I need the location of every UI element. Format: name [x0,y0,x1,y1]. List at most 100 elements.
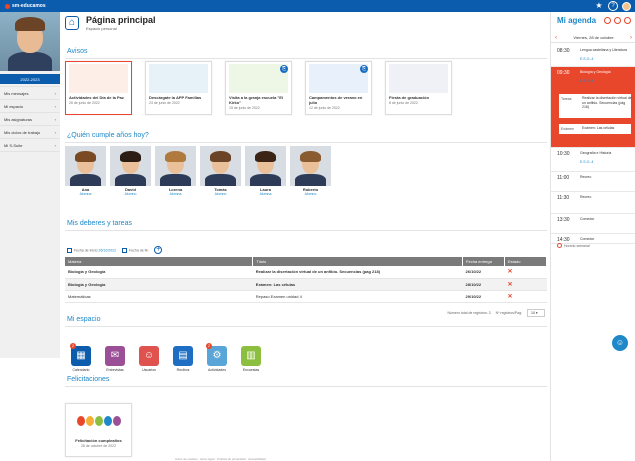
task-title: Realizar la disertación virtual de un an… [252,266,463,279]
end-date-filter[interactable]: Fecha de fin [122,247,148,253]
close-icon[interactable]: ✕ [508,294,513,300]
star-icon[interactable]: ★ [594,1,604,11]
balloons-image [66,406,131,436]
sidebar-item-label: Mis mensajes [4,90,29,96]
aviso-date: 12 de junio de 2022 [309,106,340,110]
brand-logo[interactable]: sm-educamos [5,3,46,9]
home-icon[interactable]: ⌂ [65,16,79,30]
divider [65,58,547,59]
task-status: ✕ [504,278,547,291]
attachment-icon: ⎘ [280,65,288,73]
agenda-slot[interactable]: 08:30 Lengua castellana y Literatura E.S.O… [551,45,635,67]
divider [65,326,547,327]
chat-icon[interactable]: ☺ [612,335,628,351]
total-records: Número total de registros: 3 [447,311,491,315]
birthday-person[interactable]: Roberto Alumno [290,146,331,196]
birthday-person[interactable]: Lorena Alumna [155,146,196,196]
table-header[interactable]: Materia [65,257,254,266]
aviso-card[interactable]: Actividades del Día de la Paz 26 de junio… [65,61,132,115]
calendar-icon[interactable] [624,17,631,24]
aviso-card[interactable]: ⎘ Visita a la granja escuela "El Kirko" 15… [225,61,292,115]
aviso-card[interactable]: ⎘ Campamentos de verano en julio 12 de jun… [305,61,372,115]
birthday-person[interactable]: Tomás Alumno [200,146,241,196]
aviso-title: Campamentos de verano en julio [309,95,363,105]
slot-time: 09:30 [557,70,570,76]
app-actividades[interactable]: ⚙ 2 Actividades [206,343,228,372]
app-encuestas[interactable]: ▥ Encuestas [240,346,262,372]
aviso-date: 8 de junio de 2022 [389,101,418,105]
table-row[interactable]: Matemáticas Repaso Examen unidad 4 29/10/2… [65,290,547,303]
aviso-card[interactable]: Fiesta de graduación 8 de junio de 2022 [385,61,452,115]
chevron-right-icon: › [54,129,56,135]
task-date: 28/10/22 [462,278,505,291]
birthday-card[interactable]: Felicitación cumpleaños 28 de octubre de… [65,403,132,457]
app-icon: ⚙ [207,346,227,366]
slot-time: 11:00 [557,175,570,181]
sync-icon[interactable] [614,17,621,24]
task-date: 26/10/22 [462,266,505,279]
person-role: Alumna [79,192,92,196]
help-icon[interactable]: ? [608,1,618,11]
eye-icon[interactable] [604,17,611,24]
sidebar-item[interactable]: Mi espacio › [0,100,60,113]
footer-links[interactable]: Aviso de cookies · Aviso legal · Polític… [175,457,266,461]
app-recibos[interactable]: ▤ Recibos [172,346,194,372]
birthday-person[interactable]: Ana Alumna [65,146,106,196]
notification-badge: 2 [206,343,212,349]
agenda-sub-item[interactable]: Tareas Realizar la disertación virtual de… [558,93,632,119]
sidebar-item[interactable]: Mis asignaturas › [0,113,60,126]
felicitaciones-title: Felicitaciones [67,376,110,383]
agenda-slot[interactable]: 10:30 Geografía e Historia E.S.O.-4 [551,148,635,172]
table-header[interactable]: Estado [504,257,547,266]
person-photo [155,146,196,186]
app-icon: ▤ [173,346,193,366]
slot-event: Geografía e Historia [580,151,612,155]
card-date: 28 de octubre de 2022 [80,444,117,448]
weekly-schedule-link[interactable]: Horario semanal [557,243,590,248]
sidebar-item[interactable]: Mi S-Suite › [0,139,60,152]
person-photo [290,146,331,186]
app-calendario[interactable]: ▦ 2 Calendario [70,343,92,372]
sidebar-nav: Mis datos›Mis mensajes›Mi espacio›Mis as… [0,74,60,152]
school-year[interactable]: 2022-2023 [0,74,60,84]
task-status: ✕ [504,266,547,279]
sidebar-item[interactable]: Mis mensajes › [0,87,60,100]
agenda-slot[interactable]: 11:00 Recreo [551,172,635,192]
aviso-card[interactable]: Descárgate la APP Familias 23 de junio de… [145,61,212,115]
app-entrevistas[interactable]: ✉ Entrevistas [104,346,126,372]
sidebar-item[interactable]: Mis ciclos de trabajo › [0,126,60,139]
app-icon: ☺ [139,346,159,366]
attachment-icon: ⎘ [360,65,368,73]
agenda-slot[interactable]: 13:30 Comedor [551,214,635,234]
agenda-slot[interactable]: 11:30 Recreo [551,192,635,214]
chevron-right-icon: › [54,142,56,148]
user-avatar-icon[interactable] [622,1,631,11]
agenda-sub-item[interactable]: Exámen Exámen: Las células [558,123,632,135]
table-header[interactable]: Título [252,257,464,266]
agenda-slot[interactable]: 09:30 Biología y Geología E.S.O.-4 Tareas Re… [551,67,635,148]
birthday-person[interactable]: Laura Alumna [245,146,286,196]
slot-location: E.S.O.-4 [580,57,594,61]
prev-day-icon[interactable]: ‹ [555,35,557,41]
add-task-icon[interactable]: + [154,246,163,254]
close-icon[interactable]: ✕ [508,269,513,275]
aviso-title: Visita a la granja escuela "El Kirko" [229,95,284,105]
avisos-title: Avisos [67,48,88,55]
app-usuarios[interactable]: ☺ Usuarios [138,346,160,372]
chevron-right-icon: › [54,103,56,109]
person-role: Alumna [169,192,182,196]
slot-time: 13:30 [557,217,570,223]
birthday-person[interactable]: David Alumno [110,146,151,196]
task-title: Exámen: Las células [252,278,463,291]
close-icon[interactable]: ✕ [508,282,513,288]
table-row[interactable]: Biología y Geología Realizar la disertaci… [65,266,547,279]
next-day-icon[interactable]: › [630,35,632,41]
start-date-filter[interactable]: Fecha de inicio 26/10/2022 [67,247,116,253]
aviso-title: Fiesta de graduación [389,95,430,100]
sidebar-item-label: Mis asignaturas [4,116,33,122]
table-row[interactable]: Biología y Geología Exámen: Las células 28… [65,278,547,291]
aviso-image [389,64,448,93]
per-page-select[interactable]: 10 ▾ [527,309,545,317]
slot-event: Recreo [580,195,592,199]
table-header[interactable]: Fecha entrega [462,257,505,266]
